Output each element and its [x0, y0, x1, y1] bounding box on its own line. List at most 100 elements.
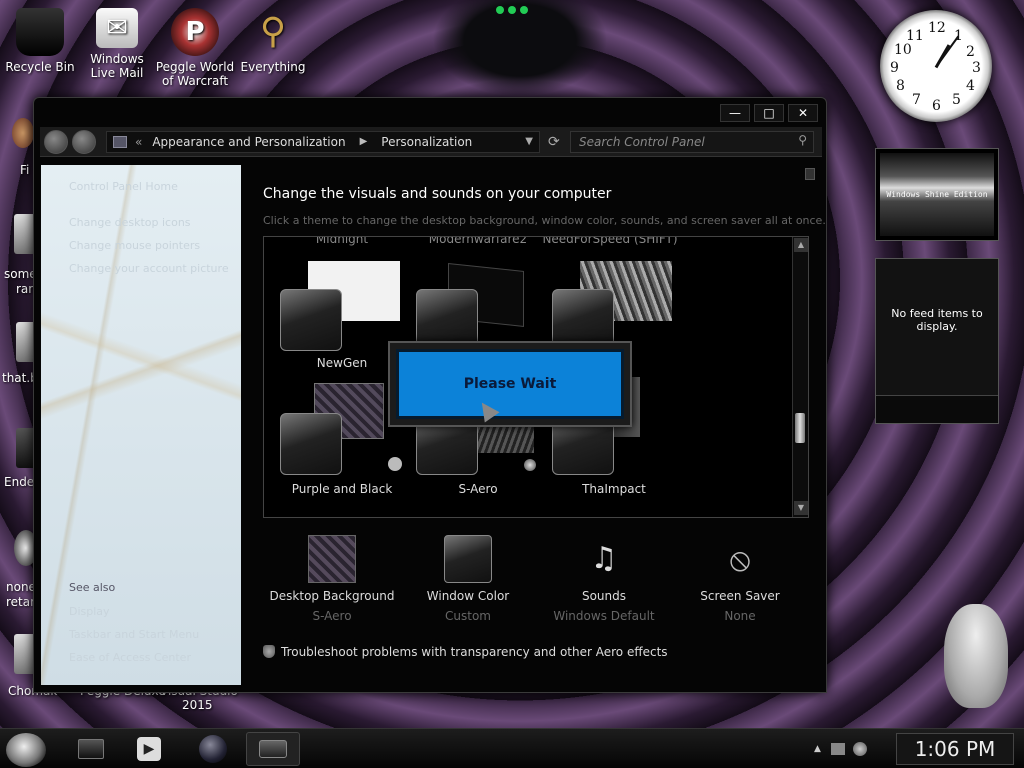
desktop-icon-label: Windows Live Mail	[90, 52, 144, 80]
maximize-button[interactable]: □	[754, 104, 784, 122]
bottom-item-value: Windows Default	[553, 609, 655, 623]
bottom-item-title: Window Color	[426, 589, 510, 603]
search-icon[interactable]: ⚲	[798, 133, 807, 147]
clock-numeral: 8	[896, 78, 905, 94]
desktop-icon-label: none	[6, 580, 36, 594]
sounds-icon: ♫	[590, 541, 618, 576]
clock-numeral: 2	[966, 44, 975, 60]
slideshow-gadget[interactable]: Windows Shine Edition	[875, 148, 999, 241]
left-link-account-picture[interactable]: Change your account picture	[69, 262, 229, 275]
left-link-mouse-pointers[interactable]: Change mouse pointers	[69, 239, 200, 252]
see-also-taskbar[interactable]: Taskbar and Start Menu	[69, 628, 199, 641]
breadcrumb[interactable]: « Appearance and Personalization ▶ Perso…	[106, 130, 540, 153]
theme-newgen[interactable]	[280, 289, 342, 351]
see-also-ease-of-access[interactable]: Ease of Access Center	[69, 651, 191, 664]
taskbar: ▶ ▲ 1:06 PM	[0, 728, 1024, 768]
orb-icon	[524, 459, 536, 471]
theme-purple-and-black[interactable]	[280, 413, 342, 475]
close-button[interactable]: ✕	[788, 104, 818, 122]
see-also-display[interactable]: Display	[69, 605, 110, 618]
desktop-icon-label: some	[4, 267, 37, 281]
bottom-item-value: S-Aero	[312, 609, 352, 623]
left-link-control-panel-home[interactable]: Control Panel Home	[69, 180, 178, 193]
chevron-left-icon: «	[135, 134, 143, 149]
volume-icon[interactable]	[852, 742, 867, 756]
desktop-mascot-character	[944, 604, 1008, 708]
recycle-bin-icon	[16, 8, 64, 56]
taskbar-app-browser[interactable]	[186, 732, 240, 766]
minimize-button[interactable]: —	[720, 104, 750, 122]
theme-label-thaimpact[interactable]: ThaImpact	[544, 482, 684, 496]
forward-button[interactable]	[72, 129, 96, 154]
scroll-up-arrow-icon[interactable]: ▲	[794, 238, 808, 252]
bottom-item-title: Sounds	[581, 589, 627, 603]
desktop-icon-everything[interactable]: ⚲ Everything	[233, 8, 313, 75]
clock-numeral: 10	[894, 42, 912, 58]
taskbar-clock[interactable]: 1:06 PM	[896, 733, 1014, 765]
show-hidden-icons-chevron-icon[interactable]: ▲	[814, 744, 821, 754]
desktop-icon-label: Everything	[240, 60, 306, 74]
scroll-thumb[interactable]	[795, 413, 805, 443]
screen-saver-button[interactable]: ⦸ Screen Saver None	[670, 535, 810, 623]
screen-saver-icon: ⦸	[729, 540, 751, 578]
theme-label-s-aero[interactable]: S-Aero	[408, 482, 548, 496]
peggle-icon: P	[171, 8, 219, 56]
scroll-down-arrow-icon[interactable]: ▼	[794, 501, 808, 515]
breadcrumb-separator[interactable]: ▶	[360, 136, 368, 147]
desktop-icon-label: Fi	[20, 163, 30, 177]
clock-numeral: 9	[890, 60, 899, 76]
address-bar: « Appearance and Personalization ▶ Perso…	[40, 127, 822, 157]
taskbar-app-explorer[interactable]	[64, 732, 118, 766]
window-controls: — □ ✕	[720, 104, 818, 122]
sounds-button[interactable]: ♫ Sounds Windows Default	[534, 535, 674, 623]
breadcrumb-item[interactable]: Appearance and Personalization	[152, 135, 345, 149]
taskbar-app-control-panel[interactable]	[246, 732, 300, 766]
theme-label-needforspeed[interactable]: NeedForSpeed (SHIFT)	[530, 237, 690, 246]
desktop-icon-label: 2015	[182, 698, 213, 712]
gadget-banner-text: Windows Shine Edition	[886, 190, 988, 199]
theme-list-scrollbar[interactable]: ▲ ▼	[792, 237, 808, 517]
page-title: Change the visuals and sounds on your co…	[263, 186, 612, 202]
feed-gadget-footer	[876, 395, 998, 423]
desktop-icon-label: Peggle World of Warcraft ...	[155, 60, 235, 102]
start-button[interactable]	[6, 733, 46, 767]
theme-label-modernwarfare2[interactable]: Modernwarfare2	[408, 237, 548, 246]
desktop-icon-recycle-bin[interactable]: Recycle Bin	[0, 8, 80, 74]
clock-numeral: 6	[932, 98, 941, 114]
shield-icon	[263, 645, 275, 658]
network-icon[interactable]	[830, 743, 845, 755]
clock-gadget[interactable]: 12 1 2 3 4 5 6 7 8 9 10 11	[880, 10, 992, 122]
desktop-background-button[interactable]: Desktop Background S-Aero	[262, 535, 402, 623]
chevron-down-icon[interactable]: ▼	[525, 136, 533, 147]
theme-label-purple-and-black[interactable]: Purple and Black	[272, 482, 412, 496]
search-input[interactable]: Search Control Panel ⚲	[570, 130, 814, 153]
help-icon[interactable]	[805, 168, 815, 180]
window-color-button[interactable]: Window Color Custom	[398, 535, 538, 623]
troubleshoot-link[interactable]: Troubleshoot problems with transparency …	[263, 645, 668, 659]
control-panel-icon	[113, 135, 127, 148]
taskbar-app-media[interactable]: ▶	[122, 732, 176, 766]
globe-icon	[199, 735, 227, 763]
desktop-icon-windows-live-mail[interactable]: ✉ Windows Live Mail	[77, 8, 157, 80]
breadcrumb-item[interactable]: Personalization	[381, 135, 472, 149]
desktop-icon-peggle[interactable]: P Peggle World of Warcraft ...	[155, 8, 235, 102]
left-link-desktop-icons[interactable]: Change desktop icons	[69, 216, 191, 229]
back-button[interactable]	[44, 129, 68, 154]
bottom-item-value: None	[724, 609, 756, 623]
page-subtitle: Click a theme to change the desktop back…	[263, 214, 826, 227]
feed-headlines-gadget[interactable]: No feed items to display.	[875, 258, 999, 424]
theme-label-midnight[interactable]: Midnight	[272, 237, 412, 246]
clock-numeral: 3	[972, 60, 981, 76]
desktop-background-icon	[308, 535, 356, 583]
wallpaper-eye-dots	[496, 6, 528, 16]
see-also-heading: See also	[69, 581, 116, 594]
desktop-icon-partial[interactable]	[12, 118, 34, 148]
mail-icon: ✉	[96, 8, 138, 48]
clock-numeral: 5	[952, 92, 961, 108]
clock-numeral: 11	[906, 28, 924, 44]
feed-status-text: No feed items to display.	[891, 307, 983, 333]
refresh-icon[interactable]: ⟳	[548, 134, 560, 150]
search-placeholder: Search Control Panel	[579, 134, 705, 149]
skull-icon	[388, 457, 402, 471]
clock-numeral: 4	[966, 78, 975, 94]
